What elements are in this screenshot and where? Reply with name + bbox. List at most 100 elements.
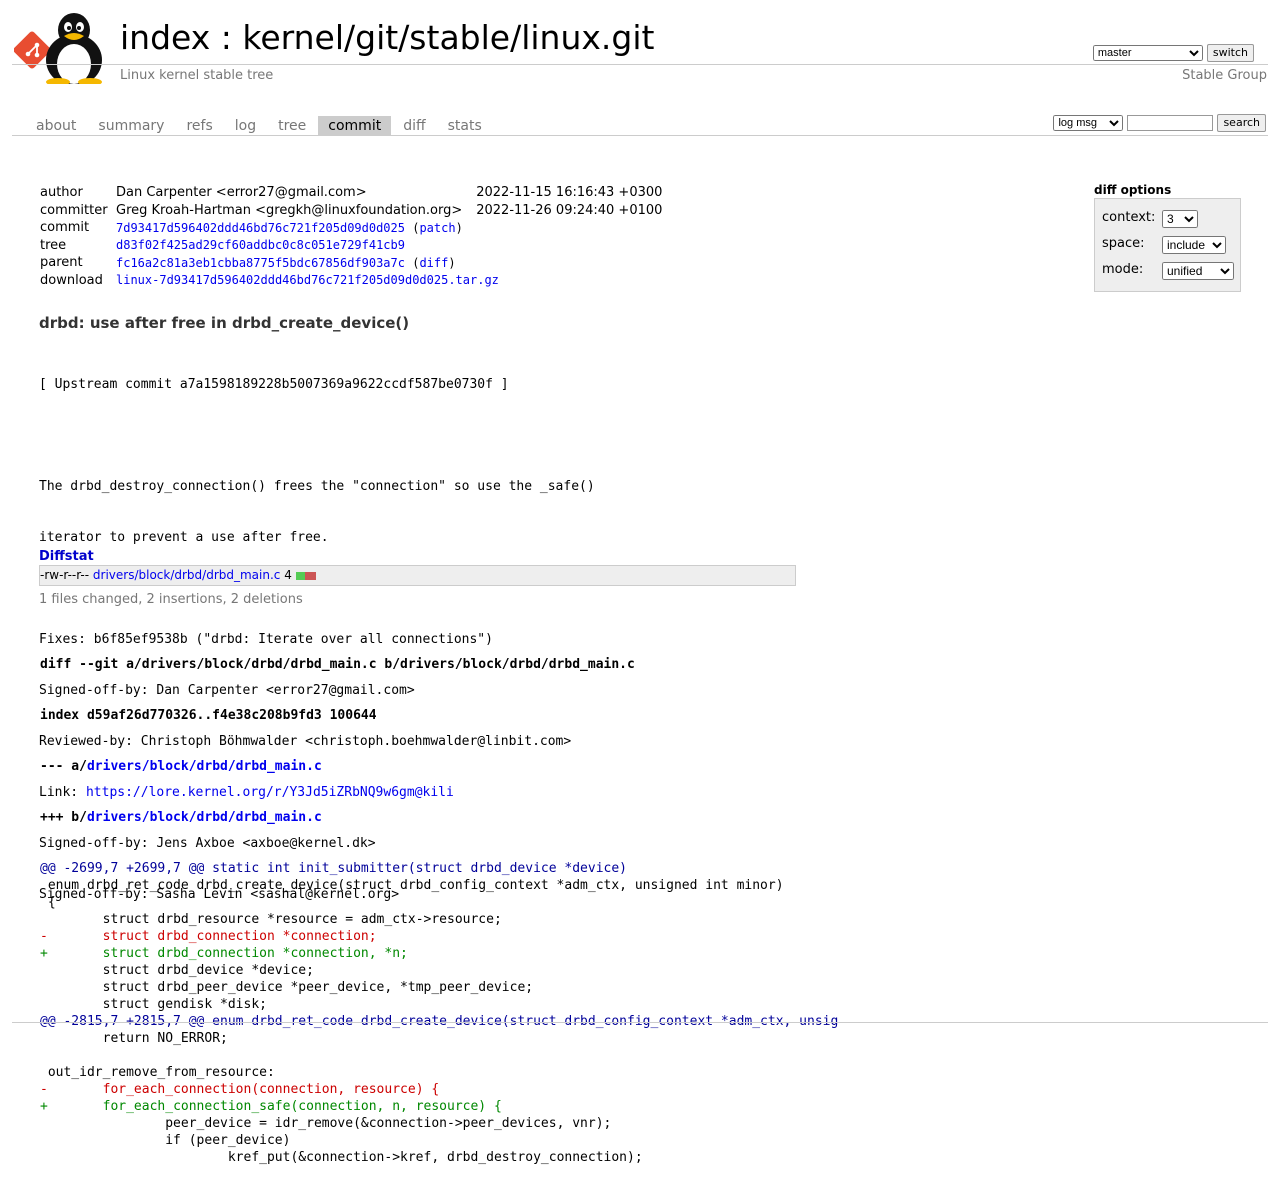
title-separator: : bbox=[210, 18, 243, 57]
commit-subject: drbd: use after free in drbd_create_devi… bbox=[39, 314, 410, 332]
switch-button[interactable]: switch bbox=[1206, 44, 1254, 62]
tab-log[interactable]: log bbox=[225, 116, 266, 136]
commit-info-table: author Dan Carpenter <error27@gmail.com>… bbox=[38, 184, 664, 289]
repo-link[interactable]: kernel/git/stable/linux.git bbox=[242, 18, 654, 57]
tab-diff[interactable]: diff bbox=[393, 116, 435, 136]
tree-hash-link[interactable]: d83f02f425ad29cf60addbc0c8c051e729f41cb9 bbox=[116, 238, 405, 252]
tabs-divider bbox=[12, 135, 1268, 136]
diff-removed-line: - for_each_connection(connection, resour… bbox=[40, 1082, 440, 1097]
message-line: The drbd_destroy_connection() frees the … bbox=[39, 479, 595, 494]
search-input[interactable] bbox=[1127, 115, 1214, 131]
diff-context-line: { bbox=[40, 895, 56, 910]
space-select[interactable]: include bbox=[1162, 236, 1226, 254]
diffstat-summary: 1 files changed, 2 insertions, 2 deletio… bbox=[39, 592, 303, 607]
parent-label: parent bbox=[40, 255, 83, 271]
file-mode: -rw-r--r-- bbox=[40, 568, 90, 582]
tree-row: tree d83f02f425ad29cf60addbc0c8c051e729f… bbox=[38, 237, 664, 255]
diff-context-line: peer_device = idr_remove(&connection->pe… bbox=[40, 1116, 612, 1131]
context-label: context: bbox=[1102, 210, 1156, 225]
plus-path-link[interactable]: drivers/block/drbd/drbd_main.c bbox=[87, 810, 322, 825]
tree-label: tree bbox=[40, 237, 67, 253]
tree-value: d83f02f425ad29cf60addbc0c8c051e729f41cb9 bbox=[112, 237, 664, 255]
diff-context-line: struct drbd_resource *resource = adm_ctx… bbox=[40, 912, 502, 927]
tab-summary[interactable]: summary bbox=[88, 116, 174, 136]
diff-context-line: return NO_ERROR; bbox=[40, 1031, 228, 1046]
parent-diff-link[interactable]: diff bbox=[419, 256, 448, 270]
message-line bbox=[39, 427, 595, 444]
diff-hunk-header: @@ -2699,7 +2699,7 @@ static int init_su… bbox=[40, 861, 627, 876]
parent-row: parent fc16a2c81a3eb1cbba8775f5bdc67856d… bbox=[38, 254, 664, 272]
committer-date: 2022-11-26 09:24:40 +0100 bbox=[476, 202, 663, 218]
diffstat-file-link[interactable]: drivers/block/drbd/drbd_main.c bbox=[93, 568, 281, 582]
diff-context-line: kref_put(&connection->kref, drbd_destroy… bbox=[40, 1150, 643, 1165]
tab-tree[interactable]: tree bbox=[268, 116, 316, 136]
diff-context-line: enum drbd_ret_code drbd_create_device(st… bbox=[40, 878, 784, 893]
commit-row: commit 7d93417d596402ddd46bd76c721f205d0… bbox=[38, 219, 664, 237]
mode-label: mode: bbox=[1102, 262, 1144, 277]
committer-label: committer bbox=[40, 202, 108, 218]
search-mode-select[interactable]: log msg bbox=[1053, 115, 1124, 131]
tab-about[interactable]: about bbox=[26, 116, 86, 136]
commit-hash-link[interactable]: 7d93417d596402ddd46bd76c721f205d09d0d025 bbox=[116, 221, 405, 235]
minus-prefix: --- a/ bbox=[40, 759, 87, 774]
diff-context-line: if (peer_device) bbox=[40, 1133, 291, 1148]
author-row: author Dan Carpenter <error27@gmail.com>… bbox=[38, 184, 664, 202]
committer-row: committer Greg Kroah-Hartman <gregkh@lin… bbox=[38, 202, 664, 220]
footer-divider bbox=[12, 1022, 1268, 1023]
branch-select[interactable]: master bbox=[1092, 45, 1203, 61]
space-label: space: bbox=[1102, 236, 1145, 251]
download-label: download bbox=[40, 272, 103, 288]
message-line: iterator to prevent a use after free. bbox=[39, 530, 329, 545]
header-divider bbox=[12, 64, 1268, 65]
diff-context-line: struct drbd_peer_device *peer_device, *t… bbox=[40, 980, 534, 995]
commit-value: 7d93417d596402ddd46bd76c721f205d09d0d025… bbox=[116, 220, 463, 235]
commit-label: commit bbox=[40, 220, 90, 236]
index-link[interactable]: index bbox=[120, 18, 210, 57]
diff-options-heading: diff options bbox=[1094, 183, 1172, 197]
branch-switch-form: master switch bbox=[1092, 44, 1254, 62]
diff-removed-line: - struct drbd_connection *connection; bbox=[40, 929, 377, 944]
message-line: [ Upstream commit a7a1598189228b5007369a… bbox=[39, 377, 509, 392]
diff-added-line: + for_each_connection_safe(connection, n… bbox=[40, 1099, 502, 1114]
download-link[interactable]: linux-7d93417d596402ddd46bd76c721f205d09… bbox=[116, 273, 499, 287]
diff-index-line: index d59af26d770326..f4e38c208b9fd3 100… bbox=[40, 708, 377, 723]
diffstat-table: -rw-r--r-- drivers/block/drbd/drbd_main.… bbox=[39, 565, 796, 586]
author-label: author bbox=[40, 185, 83, 201]
diff-options-panel: context: 3 space: include mode: unified bbox=[1094, 198, 1241, 292]
diff-view: diff --git a/drivers/block/drbd/drbd_mai… bbox=[40, 622, 838, 1183]
diff-body: @@ -2699,7 +2699,7 @@ static int init_su… bbox=[40, 860, 838, 1166]
tab-bar: about summary refs log tree commit diff … bbox=[26, 116, 494, 136]
parent-hash-link[interactable]: fc16a2c81a3eb1cbba8775f5bdc67856df903a7c bbox=[116, 256, 405, 270]
author-value: Dan Carpenter <error27@gmail.com> bbox=[116, 185, 367, 201]
tab-stats[interactable]: stats bbox=[438, 116, 492, 136]
author-date: 2022-11-15 16:16:43 +0300 bbox=[476, 185, 663, 201]
page-title: index : kernel/git/stable/linux.git bbox=[120, 18, 654, 58]
tab-refs[interactable]: refs bbox=[176, 116, 222, 136]
insertions-bar bbox=[295, 571, 305, 580]
context-select[interactable]: 3 bbox=[1162, 210, 1198, 228]
diff-context-line: struct drbd_device *device; bbox=[40, 963, 314, 978]
mode-row: mode: unified bbox=[1102, 262, 1234, 280]
diff-context-line: struct gendisk *disk; bbox=[40, 997, 267, 1012]
download-value: linux-7d93417d596402ddd46bd76c721f205d09… bbox=[112, 272, 664, 290]
diffstat-count: 4 bbox=[284, 568, 292, 582]
space-row: space: include bbox=[1102, 236, 1226, 254]
tab-commit[interactable]: commit bbox=[318, 116, 392, 136]
patch-link[interactable]: patch bbox=[419, 221, 455, 235]
repo-owner: Stable Group bbox=[1182, 68, 1267, 83]
diff-minus-line: --- a/drivers/block/drbd/drbd_main.c bbox=[40, 758, 838, 775]
diff-plus-line: +++ b/drivers/block/drbd/drbd_main.c bbox=[40, 809, 838, 826]
mode-select[interactable]: unified bbox=[1162, 262, 1234, 280]
download-row: download linux-7d93417d596402ddd46bd76c7… bbox=[38, 272, 664, 290]
deletions-bar bbox=[304, 571, 316, 580]
repo-description: Linux kernel stable tree bbox=[120, 68, 274, 83]
diff-context-line: out_idr_remove_from_resource: bbox=[40, 1065, 275, 1080]
git-tux-logo bbox=[14, 13, 102, 84]
context-row: context: 3 bbox=[1102, 210, 1198, 228]
diff-header-line: diff --git a/drivers/block/drbd/drbd_mai… bbox=[40, 657, 635, 672]
search-button[interactable]: search bbox=[1217, 114, 1266, 132]
minus-path-link[interactable]: drivers/block/drbd/drbd_main.c bbox=[87, 759, 322, 774]
diffstat-heading[interactable]: Diffstat bbox=[39, 549, 94, 564]
search-form: log msg search bbox=[1053, 114, 1266, 132]
diff-added-line: + struct drbd_connection *connection, *n… bbox=[40, 946, 408, 961]
